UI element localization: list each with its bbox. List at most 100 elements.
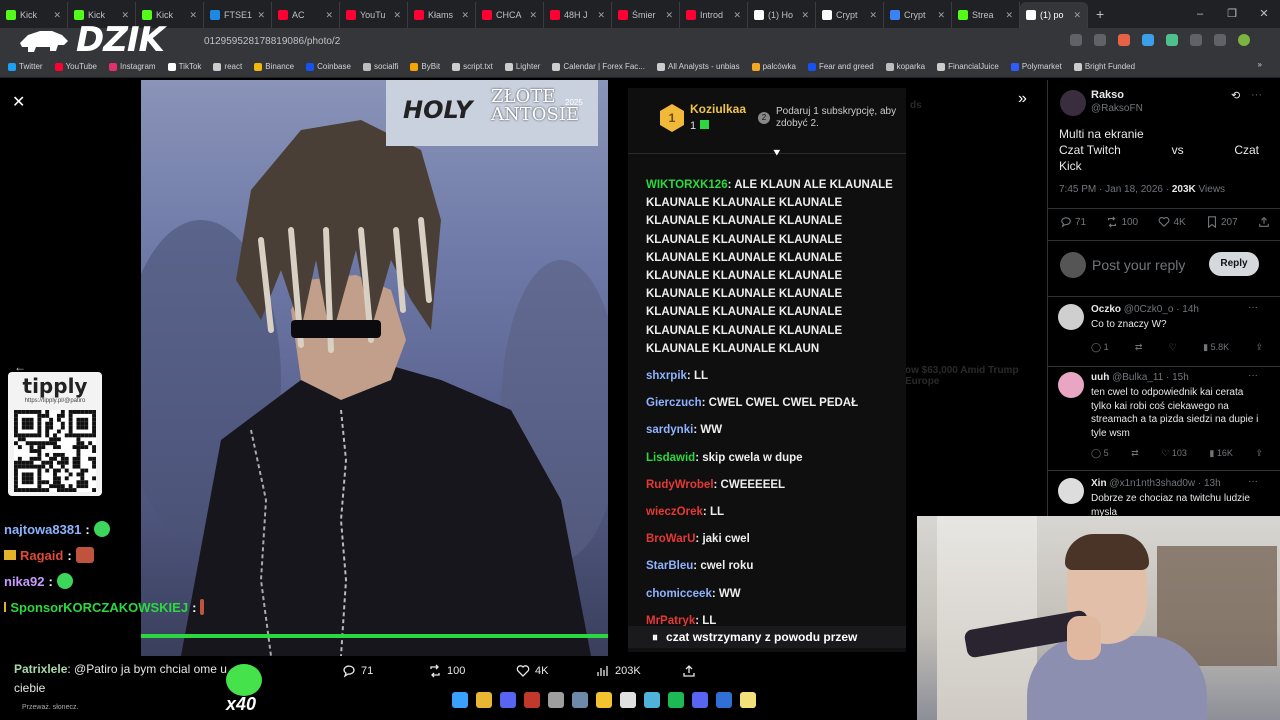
author-avatar[interactable] (1060, 90, 1086, 116)
discord-icon[interactable] (500, 692, 516, 708)
share-icon[interactable]: ⇪ (1255, 342, 1263, 353)
gift-sub-prompt[interactable]: Podaruj 1 subskrypcję, aby zdobyć 2. (776, 106, 906, 130)
chat-username[interactable]: chomicceek (646, 588, 712, 600)
like-action[interactable]: 4K (516, 664, 596, 678)
browser-tab[interactable]: AC ✕ (272, 2, 340, 28)
like-count[interactable]: ♡ (1169, 342, 1177, 353)
close-window-button[interactable]: ✕ (1248, 0, 1280, 28)
more-icon[interactable]: ··· (1248, 370, 1258, 381)
steam-icon[interactable] (572, 692, 588, 708)
app3-icon[interactable] (524, 692, 540, 708)
app8-icon[interactable] (644, 692, 660, 708)
browser-tab[interactable]: Crypt ✕ (884, 2, 952, 28)
bookmarks-more-button[interactable]: » (1258, 60, 1262, 69)
reply-name[interactable]: uuh (1091, 372, 1109, 383)
bookmark-item[interactable]: Binance (254, 62, 294, 71)
chat-paused-banner[interactable]: ⏸ czat wstrzymany z powodu przew (628, 626, 906, 648)
tab-close-icon[interactable]: ✕ (869, 10, 877, 21)
author-name[interactable]: Rakso (1091, 89, 1124, 101)
chat-username[interactable]: WIKTORXK126 (646, 179, 728, 191)
spotify-icon[interactable] (668, 692, 684, 708)
share-icon[interactable]: ⇪ (1255, 448, 1263, 459)
tab-close-icon[interactable]: ✕ (1005, 10, 1013, 21)
app11-icon[interactable] (716, 692, 732, 708)
chat-username[interactable]: BroWarU (646, 533, 695, 545)
bookmark-item[interactable]: FinancialJuice (937, 62, 999, 71)
browser-tab[interactable]: YouTu ✕ (340, 2, 408, 28)
chat-username[interactable]: wieczOrek (646, 506, 703, 518)
share-button[interactable] (1258, 216, 1270, 228)
bookmark-item[interactable]: palcówka (751, 62, 796, 71)
tab-close-icon[interactable]: ✕ (257, 10, 265, 21)
tab-close-icon[interactable]: ✕ (801, 10, 809, 21)
chrome-icon[interactable] (476, 692, 492, 708)
chat-username[interactable]: RudyWrobel (646, 479, 714, 491)
extension-icon[interactable] (1166, 34, 1178, 46)
chat-username[interactable]: shxrpik (646, 370, 687, 382)
browser-tab[interactable]: Crypt ✕ (816, 2, 884, 28)
browser-tab[interactable]: FTSE1 ✕ (204, 2, 272, 28)
app4-icon[interactable] (548, 692, 564, 708)
menu-icon[interactable] (1214, 34, 1226, 46)
bookmark-item[interactable]: Polymarket (1010, 62, 1062, 71)
install-icon[interactable] (1070, 34, 1082, 46)
bookmark-item[interactable]: ByBit (410, 62, 440, 71)
reply-name[interactable]: Oczko (1091, 304, 1121, 315)
extension-icon[interactable] (1118, 34, 1130, 46)
browser-tab[interactable]: Kłams ✕ (408, 2, 476, 28)
tab-close-icon[interactable]: ✕ (597, 10, 605, 21)
bookmark-item[interactable]: Lighter (504, 62, 540, 71)
minimize-button[interactable]: – (1184, 0, 1216, 28)
like-count[interactable]: ♡ 103 (1161, 448, 1187, 459)
chat-username[interactable]: sardynki (646, 424, 693, 436)
browser-tab[interactable]: 48H J ✕ (544, 2, 612, 28)
reply-count[interactable]: ◯ 5 (1091, 448, 1109, 459)
bookmark-item[interactable]: Twitter (8, 62, 43, 71)
collapse-panel-icon[interactable]: » (1018, 90, 1027, 108)
bookmark-item[interactable]: socialfi (362, 62, 398, 71)
tab-close-icon[interactable]: ✕ (1073, 10, 1081, 21)
browser-tab[interactable]: (1) Ho ✕ (748, 2, 816, 28)
chat-username[interactable]: Lisdawid (646, 452, 695, 464)
more-icon[interactable]: ··· (1248, 476, 1258, 487)
author-handle[interactable]: @RaksoFN (1091, 103, 1143, 114)
repost-button[interactable]: 100 (1106, 216, 1138, 228)
restore-button[interactable]: ❐ (1216, 0, 1248, 28)
windows-icon[interactable] (452, 692, 468, 708)
repost-count[interactable]: ⇄ (1135, 342, 1143, 353)
app7-icon[interactable] (620, 692, 636, 708)
tab-close-icon[interactable]: ✕ (461, 10, 469, 21)
browser-tab[interactable]: Strea ✕ (952, 2, 1020, 28)
browser-tab[interactable]: CHCA ✕ (476, 2, 544, 28)
chat-username[interactable]: StarBleu (646, 560, 693, 572)
notes-icon[interactable] (740, 692, 756, 708)
reply-count[interactable]: ◯ 1 (1091, 342, 1109, 353)
bookmark-item[interactable]: All Analysts - unbias (656, 62, 740, 71)
share-action[interactable] (682, 664, 696, 678)
reply-avatar[interactable] (1058, 478, 1084, 504)
bookmark-item[interactable]: TikTok (167, 62, 201, 71)
tab-close-icon[interactable]: ✕ (53, 10, 61, 21)
views-count[interactable]: ▮ 16K (1209, 448, 1232, 459)
tab-close-icon[interactable]: ✕ (189, 10, 197, 21)
bookmark-item[interactable]: YouTube (54, 62, 97, 71)
bookmark-button[interactable]: 207 (1206, 216, 1238, 228)
reply-submit-button[interactable]: Reply (1209, 252, 1259, 276)
like-button[interactable]: 4K (1158, 216, 1186, 228)
views-count[interactable]: ▮ 5.8K (1203, 342, 1229, 353)
url-text[interactable]: 012959528178819086/photo/2 (204, 36, 340, 47)
tab-close-icon[interactable]: ✕ (937, 10, 945, 21)
bookmark-item[interactable]: Bright Funded (1073, 62, 1135, 71)
browser-tab[interactable]: Introd ✕ (680, 2, 748, 28)
reply-button[interactable]: 71 (1060, 216, 1086, 228)
bookmark-item[interactable]: koparka (885, 62, 925, 71)
grok-icon[interactable]: ⟲ (1231, 89, 1240, 102)
more-icon[interactable]: ··· (1251, 89, 1262, 101)
reply-avatar[interactable] (1058, 304, 1084, 330)
explorer-icon[interactable] (596, 692, 612, 708)
views-action[interactable]: 203K (596, 664, 682, 678)
reply-input[interactable]: Post your reply (1092, 257, 1185, 273)
tab-close-icon[interactable]: ✕ (665, 10, 673, 21)
close-icon[interactable]: ✕ (12, 92, 25, 112)
profile-icon[interactable] (1238, 34, 1250, 46)
